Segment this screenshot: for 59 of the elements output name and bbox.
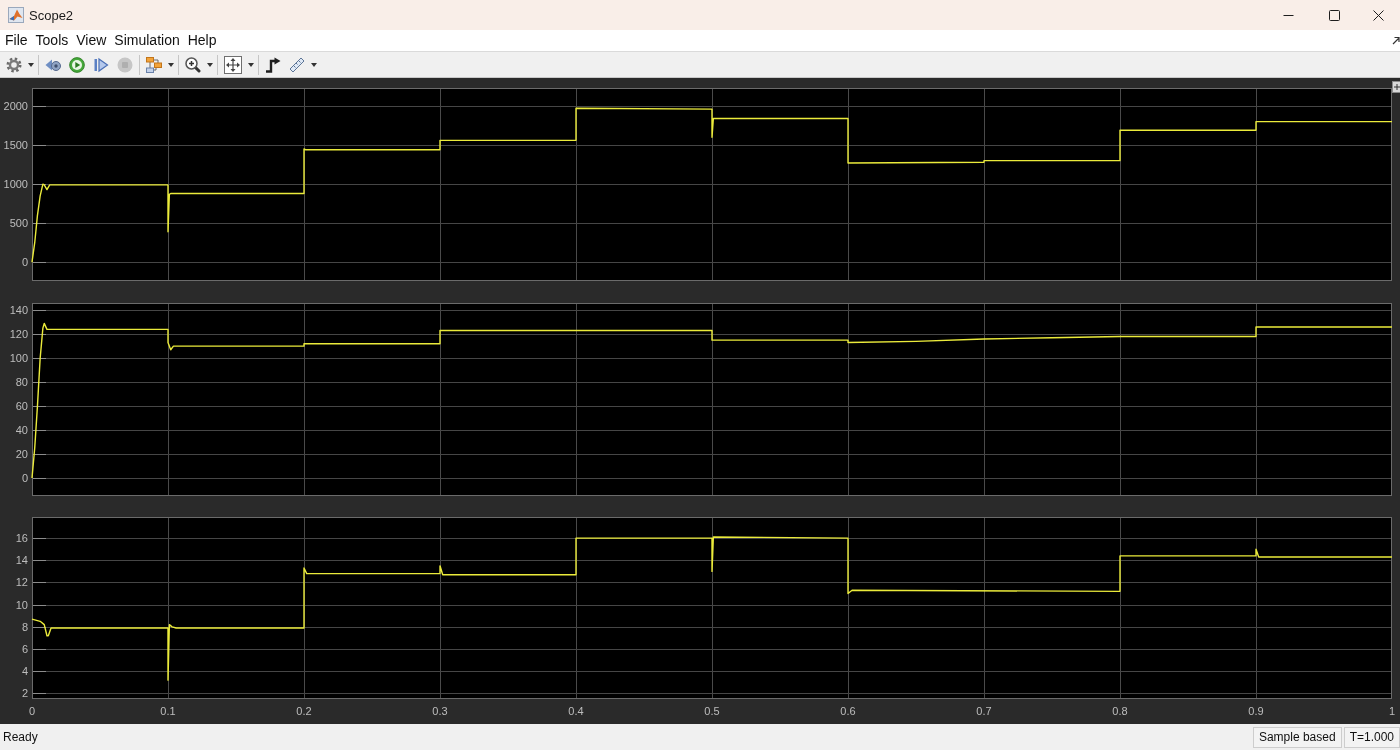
x-tick-label: 0.6 xyxy=(840,705,856,717)
caret-icon[interactable] xyxy=(28,62,34,67)
y-tick-label: 10 xyxy=(15,598,28,611)
y-tick-label: 0 xyxy=(21,472,28,484)
fit-arrows-icon[interactable] xyxy=(224,55,242,74)
y-tick-label: 2000 xyxy=(3,99,28,112)
y-tick-label: 20 xyxy=(15,448,28,461)
y-tick-label: 16 xyxy=(15,532,28,545)
y-tick-label: 120 xyxy=(9,328,28,341)
y-tick-label: 500 xyxy=(9,217,28,230)
ruler-icon[interactable] xyxy=(289,56,305,73)
caret-icon[interactable] xyxy=(207,62,213,67)
y-tick-label: 140 xyxy=(9,304,28,317)
y-tick-label: 1000 xyxy=(3,178,28,191)
x-tick-label: 0.4 xyxy=(568,705,584,717)
peak-logo-icon xyxy=(8,7,24,23)
y-tick-label: 2 xyxy=(21,687,28,700)
x-tick-label: 0 xyxy=(28,705,36,717)
y-tick-label: 4 xyxy=(21,665,28,678)
x-tick-label: 1 xyxy=(1388,705,1396,717)
y-tick-label: 100 xyxy=(9,352,28,365)
maximize-icon xyxy=(1328,9,1340,21)
arrow-icon[interactable] xyxy=(1392,36,1400,45)
y-tick-label: 8 xyxy=(21,620,28,633)
x-tick-label: 0.5 xyxy=(704,705,720,717)
caret-icon[interactable] xyxy=(168,62,174,67)
x-tick-label: 0.8 xyxy=(1112,705,1128,717)
y-tick-label: 6 xyxy=(21,643,28,656)
y-tick-label: 1500 xyxy=(3,139,28,152)
block-diagram-icon[interactable] xyxy=(146,56,162,73)
caret-icon[interactable] xyxy=(248,62,254,67)
x-tick-label: 0.3 xyxy=(432,705,448,717)
play-icon[interactable] xyxy=(69,56,85,73)
y-tick-label: 12 xyxy=(15,576,28,589)
y-tick-label: 40 xyxy=(15,424,28,437)
zoom-in-icon[interactable] xyxy=(185,56,201,73)
status-field: Sample based xyxy=(1252,726,1342,748)
menu-item[interactable]: File xyxy=(1,31,32,50)
gear-icon[interactable] xyxy=(6,56,22,73)
status-message: Ready xyxy=(3,730,38,744)
step-arrow-icon[interactable] xyxy=(265,56,281,73)
x-tick-label: 0.1 xyxy=(160,705,176,717)
x-tick-label: 0.9 xyxy=(1248,705,1264,717)
caret-icon[interactable] xyxy=(311,62,317,67)
y-tick-label: 80 xyxy=(15,376,28,389)
menu-item[interactable]: Simulation xyxy=(110,31,184,50)
window-title: Scope2 xyxy=(29,7,74,23)
menu-item[interactable]: Tools xyxy=(31,31,73,50)
status-field: T=1.000 xyxy=(1343,726,1400,748)
y-tick-label: 0 xyxy=(21,256,28,269)
y-tick-label: 60 xyxy=(15,400,28,413)
close-icon xyxy=(1373,9,1384,21)
y-tick-label: 14 xyxy=(15,554,28,567)
step-forward-icon[interactable] xyxy=(93,56,109,73)
x-tick-label: 0.2 xyxy=(296,705,312,717)
plus-box-icon[interactable] xyxy=(1392,81,1400,93)
x-tick-label: 0.7 xyxy=(976,705,992,717)
menu-item[interactable]: View xyxy=(72,31,111,50)
menu-item[interactable]: Help xyxy=(183,31,221,50)
